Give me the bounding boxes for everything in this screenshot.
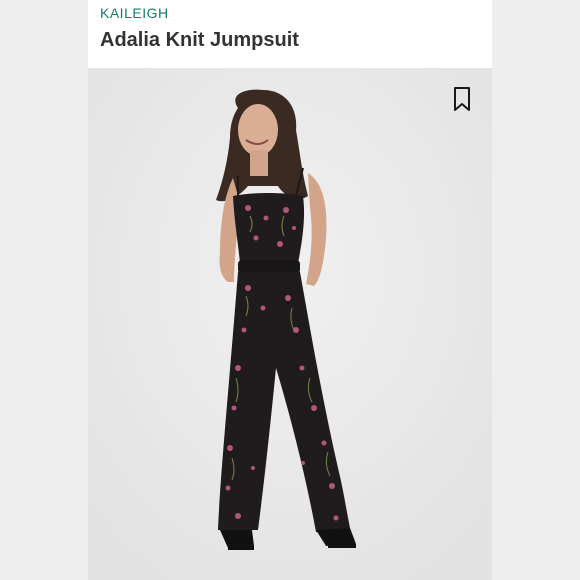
right-margin: [492, 0, 580, 580]
bookmark-icon[interactable]: [452, 86, 472, 112]
product-photo[interactable]: [88, 68, 492, 580]
brand-name[interactable]: KAILEIGH: [100, 5, 169, 21]
model-illustration: [88, 68, 492, 580]
product-card: KAILEIGH Adalia Knit Jumpsuit: [88, 0, 492, 580]
left-margin: [0, 0, 88, 580]
face: [238, 104, 278, 156]
product-header: KAILEIGH Adalia Knit Jumpsuit: [88, 0, 492, 68]
product-title[interactable]: Adalia Knit Jumpsuit: [100, 29, 299, 52]
